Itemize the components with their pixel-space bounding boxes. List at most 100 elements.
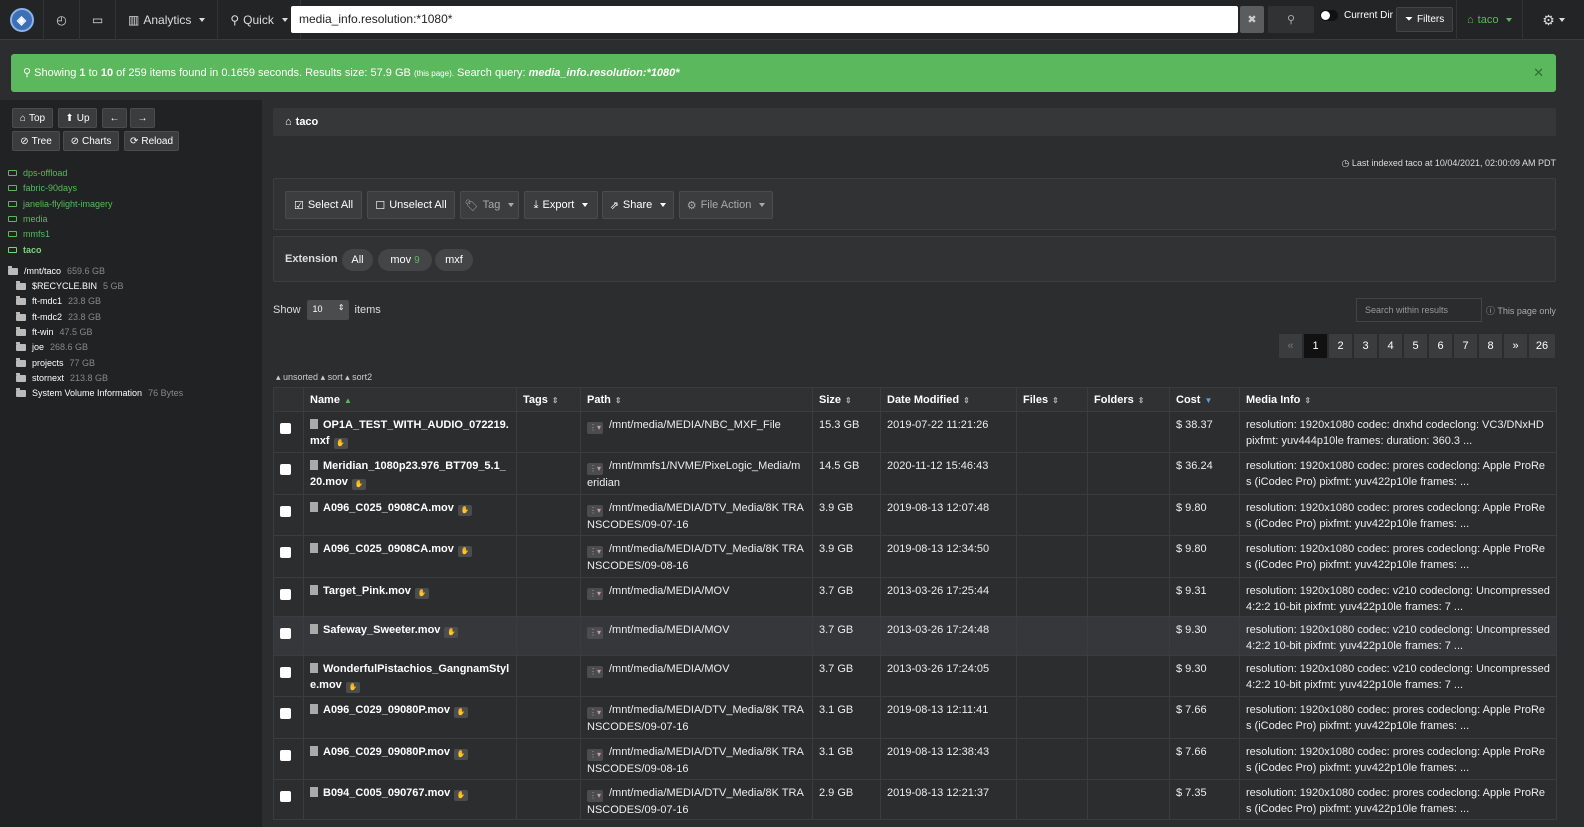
size-column-header[interactable]: Size ⇕	[812, 387, 881, 412]
page-last[interactable]: 26	[1528, 333, 1556, 359]
search-input[interactable]: media_info.resolution:*1080*	[291, 6, 1238, 33]
table-row[interactable]: WonderfulPistachios_GangnamStyle.mov ✋ ⋮▾…	[273, 655, 1557, 697]
tag-button-icon[interactable]: ✋	[457, 546, 472, 557]
select-all-button[interactable]: ☑ Select All	[285, 191, 362, 219]
tag-button-icon[interactable]: ✋	[333, 438, 348, 449]
extension-all[interactable]: All	[342, 249, 373, 271]
path-menu-icon[interactable]: ⋮▾	[587, 546, 603, 558]
file-name-link[interactable]: Meridian_1080p23.976_BT709_5.1_20.mov	[310, 460, 506, 488]
tag-button-icon[interactable]: ✋	[454, 790, 469, 801]
tree-button[interactable]: ⊘ Tree	[12, 131, 60, 151]
file-name-link[interactable]: A096_C029_09080P.mov	[323, 746, 450, 758]
folders-column-header[interactable]: Folders ⇕	[1087, 387, 1170, 412]
settings-menu[interactable]: ⚙	[1522, 0, 1584, 40]
path-link[interactable]: /mnt/mmfs1/NVME/PixeLogic_Media/meridian	[587, 460, 800, 489]
index-item[interactable]: media	[8, 214, 48, 224]
analytics-menu[interactable]: ▥ Analytics	[116, 0, 219, 40]
table-row[interactable]: OP1A_TEST_WITH_AUDIO_072219.mxf ✋ ⋮▾ /mnt/…	[273, 411, 1557, 453]
page-next[interactable]: »	[1503, 333, 1528, 359]
path-menu-icon[interactable]: ⋮▾	[587, 588, 603, 600]
tree-item[interactable]: joe 268.6 GB	[16, 341, 88, 352]
unselect-all-button[interactable]: ☐ Unselect All	[367, 191, 455, 219]
tag-button-icon[interactable]: ✋	[454, 707, 469, 718]
extension-mov[interactable]: mov 9	[378, 249, 432, 271]
row-checkbox[interactable]	[280, 464, 291, 475]
table-row[interactable]: B094_C005_090767.mov ✋ ⋮▾/mnt/media/MEDIA…	[273, 779, 1557, 820]
page-link[interactable]: 4	[1378, 333, 1403, 359]
row-checkbox[interactable]	[280, 589, 291, 600]
charts-button[interactable]: ⊘ Charts	[63, 131, 119, 151]
up-button[interactable]: ⬆ Up	[58, 108, 97, 128]
table-row[interactable]: A096_C025_0908CA.mov ✋ ⋮▾/mnt/media/MEDIA…	[273, 535, 1557, 578]
page-link[interactable]: 3	[1353, 333, 1378, 359]
page-link[interactable]: 6	[1428, 333, 1453, 359]
share-menu[interactable]: ⇗ Share	[602, 191, 674, 219]
table-row[interactable]: A096_C025_0908CA.mov ✋ ⋮▾/mnt/media/MEDIA…	[273, 494, 1557, 536]
page-link[interactable]: 1	[1303, 333, 1328, 359]
sort-secondary[interactable]: sort2	[352, 372, 372, 382]
file-name-link[interactable]: A096_C025_0908CA.mov	[323, 543, 454, 555]
cost-column-header[interactable]: Cost ▼	[1169, 387, 1240, 412]
file-name-link[interactable]: A096_C025_0908CA.mov	[323, 502, 454, 514]
file-action-menu[interactable]: ⚙ File Action	[679, 191, 773, 219]
table-row[interactable]: Safeway_Sweeter.mov ✋ ⋮▾ /mnt/media/MEDIA/…	[273, 616, 1557, 656]
page-first[interactable]: «	[1278, 333, 1303, 359]
page-link[interactable]: 2	[1328, 333, 1353, 359]
row-checkbox[interactable]	[280, 708, 291, 719]
tree-item[interactable]: System Volume Information 76 Bytes	[16, 387, 183, 398]
user-menu[interactable]: ⌂ taco	[1456, 0, 1522, 40]
row-checkbox[interactable]	[280, 791, 291, 802]
tag-menu[interactable]: 🏷 Tag	[460, 191, 519, 219]
index-item[interactable]: fabric-90days	[8, 183, 77, 193]
tag-button-icon[interactable]: ✋	[444, 627, 459, 638]
path-link[interactable]: /mnt/media/MEDIA/MOV	[609, 624, 729, 636]
path-link[interactable]: /mnt/media/MEDIA/DTV_Media/8K TRANSCODES…	[587, 704, 804, 733]
row-checkbox[interactable]	[280, 506, 291, 517]
tag-button-icon[interactable]: ✋	[454, 749, 469, 760]
file-view-button[interactable]: ▭	[80, 0, 116, 40]
path-menu-icon[interactable]: ⋮▾	[587, 505, 603, 517]
back-button[interactable]: ←	[102, 108, 127, 128]
path-menu-icon[interactable]: ⋮▾	[587, 666, 603, 678]
current-dir-toggle[interactable]: Current Dir	[1320, 10, 1393, 21]
dashboard-button[interactable]: ◴	[44, 0, 80, 40]
modified-column-header[interactable]: Date Modified ⇕	[880, 387, 1017, 412]
tree-item[interactable]: projects 77 GB	[16, 357, 95, 368]
table-row[interactable]: A096_C029_09080P.mov ✋ ⋮▾/mnt/media/MEDIA…	[273, 696, 1557, 739]
name-column-header[interactable]: Name ▲	[303, 387, 517, 412]
tree-item[interactable]: stornext 213.8 GB	[16, 372, 108, 383]
search-button[interactable]: ⚲	[1268, 6, 1314, 33]
top-button[interactable]: ⌂ Top	[12, 108, 53, 128]
export-menu[interactable]: ⤓ Export	[524, 191, 598, 219]
path-link[interactable]: /mnt/media/MEDIA/NBC_MXF_File	[609, 419, 781, 431]
index-item[interactable]: mmfs1	[8, 229, 50, 239]
quick-menu[interactable]: ⚲ Quick	[218, 0, 301, 40]
row-checkbox[interactable]	[280, 750, 291, 761]
tree-root[interactable]: /mnt/taco 659.6 GB	[8, 265, 105, 276]
path-menu-icon[interactable]: ⋮▾	[587, 422, 603, 434]
page-link[interactable]: 8	[1478, 333, 1503, 359]
extension-mxf[interactable]: mxf	[435, 249, 473, 271]
forward-button[interactable]: →	[130, 108, 155, 128]
table-row[interactable]: A096_C029_09080P.mov ✋ ⋮▾/mnt/media/MEDIA…	[273, 738, 1557, 780]
index-item[interactable]: dps-offload	[8, 168, 67, 178]
path-column-header[interactable]: Path ⇕	[580, 387, 813, 412]
filters-button[interactable]: ⏷ Filters	[1396, 7, 1454, 32]
page-link[interactable]: 5	[1403, 333, 1428, 359]
path-menu-icon[interactable]: ⋮▾	[587, 790, 603, 802]
page-link[interactable]: 7	[1453, 333, 1478, 359]
close-alert-icon[interactable]: ✕	[1533, 65, 1544, 81]
index-item-active[interactable]: taco	[8, 245, 42, 255]
path-link[interactable]: /mnt/media/MEDIA/MOV	[609, 663, 729, 675]
file-name-link[interactable]: Target_Pink.mov	[323, 585, 411, 597]
file-name-link[interactable]: A096_C029_09080P.mov	[323, 704, 450, 716]
path-link[interactable]: /mnt/media/MEDIA/DTV_Media/8K TRANSCODES…	[587, 502, 804, 531]
path-link[interactable]: /mnt/media/MEDIA/MOV	[609, 585, 729, 597]
tree-item[interactable]: $RECYCLE.BIN 5 GB	[16, 280, 124, 291]
path-link[interactable]: /mnt/media/MEDIA/DTV_Media/8K TRANSCODES…	[587, 787, 804, 816]
tags-column-header[interactable]: Tags ⇕	[516, 387, 581, 412]
row-checkbox[interactable]	[280, 547, 291, 558]
tag-button-icon[interactable]: ✋	[457, 505, 472, 516]
path-menu-icon[interactable]: ⋮▾	[587, 749, 603, 761]
toggle-switch[interactable]	[1320, 10, 1338, 21]
